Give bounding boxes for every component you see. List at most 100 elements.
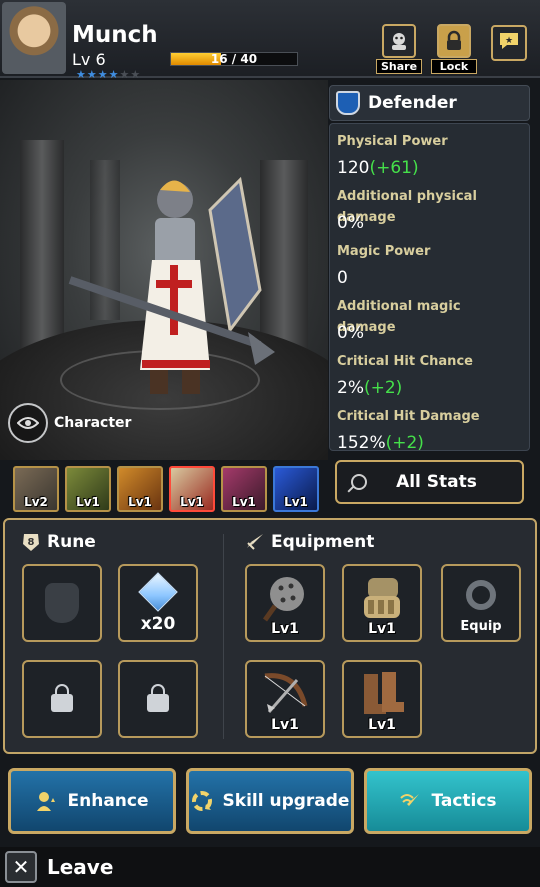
gem-count: x20	[140, 614, 176, 634]
skill-level: Lv1	[284, 495, 308, 509]
skill-level: Lv1	[76, 495, 100, 509]
close-icon: ✕	[12, 855, 30, 879]
equip-slot-gauntlets[interactable]: Lv1	[342, 564, 422, 642]
crossbow-icon	[264, 673, 308, 713]
equip-slot-ring[interactable]: Equip	[441, 564, 521, 642]
hero-star-rating: ★★★★★★	[76, 69, 141, 80]
stat-value-text: 0%	[337, 213, 364, 233]
character-scene: Character	[0, 80, 328, 460]
equip-level: Lv1	[368, 717, 396, 733]
chat-button[interactable]: ★	[491, 25, 527, 61]
stat-label: Additional magic damage	[337, 299, 461, 335]
rune-slot-1[interactable]	[22, 564, 102, 642]
character-view-toggle[interactable]: Character	[8, 403, 131, 443]
skill-slot-2[interactable]: Lv1	[65, 466, 111, 512]
leave-button[interactable]: ✕	[5, 851, 37, 883]
share-label: Share	[376, 59, 422, 74]
lock-icon	[147, 684, 169, 712]
skill-slot-1[interactable]: Lv2	[13, 466, 59, 512]
lock-icon	[51, 684, 73, 712]
stat-label: Physical Power	[337, 134, 448, 149]
hero-level: Lv 6	[72, 50, 106, 69]
stats-panel[interactable]: Physical Power 120(+61) Additional physica…	[329, 123, 530, 451]
stat-label: Critical Hit Chance	[337, 354, 473, 369]
svg-text:8: 8	[28, 537, 35, 548]
tactics-button[interactable]: Tactics	[364, 768, 532, 834]
skill-upgrade-button[interactable]: Skill upgrade	[186, 768, 354, 834]
enhance-icon	[36, 790, 58, 812]
gear-divider	[223, 534, 224, 739]
stat-value-text: 120	[337, 158, 370, 178]
shield-icon	[336, 91, 360, 115]
mace-icon	[262, 577, 304, 622]
equip-slot-crossbow[interactable]: Lv1	[245, 660, 325, 738]
xp-text: 16 / 40	[210, 52, 258, 66]
ring-icon	[466, 580, 496, 610]
equip-slot-mace[interactable]: Lv1	[245, 564, 325, 642]
equipment-title-text: Equipment	[271, 532, 375, 552]
skill-level: Lv1	[128, 495, 152, 509]
character-view-label: Character	[54, 415, 132, 431]
xp-bar: 16 / 40	[170, 52, 298, 66]
stat-value: 152%(+2)	[337, 427, 522, 451]
gear-panel: 8 Rune Equipment x20 Lv1 Lv1 Equip Lv1 L…	[3, 518, 537, 754]
hero-name: Munch	[72, 22, 158, 48]
stat-value-text: 2%	[337, 378, 364, 398]
rune-title: 8 Rune	[21, 532, 96, 552]
sword-icon	[245, 532, 265, 552]
equip-level: Lv1	[368, 621, 396, 637]
equip-slot-boots[interactable]: Lv1	[342, 660, 422, 738]
hero-portrait	[2, 2, 66, 74]
rune-slot-3-locked[interactable]	[22, 660, 102, 738]
enhance-label: Enhance	[67, 791, 149, 811]
skill-slot-5[interactable]: Lv1	[221, 466, 267, 512]
hero-header: Munch Lv 6 ★★★★★★ 16 / 40 Share Lock ★	[0, 0, 540, 80]
stat-value-text: 0%	[337, 323, 364, 343]
gem-icon	[138, 572, 178, 612]
rune-title-text: Rune	[47, 532, 96, 552]
stat-value: 120(+61)	[337, 152, 522, 185]
hero-character-model	[68, 176, 275, 394]
stat-value-text: 152%	[337, 433, 386, 451]
all-stats-label: All Stats	[396, 472, 477, 492]
all-stats-button[interactable]: All Stats	[335, 460, 524, 504]
empty-rune-icon	[45, 583, 79, 623]
stat-value: 2%(+2)	[337, 372, 522, 405]
stat-value: 0	[337, 262, 522, 295]
equip-level: Lv1	[271, 717, 299, 733]
lock-icon	[437, 24, 471, 58]
stat-label: Critical Hit Damage	[337, 409, 480, 424]
enhance-button[interactable]: Enhance	[8, 768, 176, 834]
boots-icon	[364, 672, 404, 714]
equipment-title: Equipment	[245, 532, 374, 552]
equip-level: Lv1	[271, 621, 299, 637]
stat-label: Magic Power	[337, 244, 431, 259]
stat-bonus: (+2)	[385, 433, 424, 451]
rune-slot-4-locked[interactable]	[118, 660, 198, 738]
svg-text:★: ★	[505, 36, 513, 46]
rune-slot-2[interactable]: x20	[118, 564, 198, 642]
skill-upgrade-icon	[191, 790, 213, 812]
skill-slot-4[interactable]: Lv1	[169, 466, 215, 512]
gauntlets-icon	[364, 578, 400, 618]
lock-button[interactable]: Lock	[431, 24, 477, 74]
lock-label: Lock	[431, 59, 477, 74]
search-icon	[351, 474, 367, 490]
skill-slot-3[interactable]: Lv1	[117, 466, 163, 512]
share-button[interactable]: Share	[376, 24, 422, 74]
stat-label: Additional physical damage	[337, 189, 477, 225]
skill-level: Lv2	[24, 495, 48, 509]
skill-level: Lv1	[180, 495, 204, 509]
chat-icon: ★	[498, 31, 520, 56]
footer-bar: ✕ Leave	[0, 847, 540, 887]
eye-icon	[8, 403, 48, 443]
skill-row: Lv2 Lv1 Lv1 Lv1 Lv1 Lv1	[13, 466, 319, 512]
stat-value-text: 0	[337, 268, 348, 288]
skill-slot-6[interactable]: Lv1	[273, 466, 319, 512]
class-header: Defender	[329, 85, 530, 121]
leave-label[interactable]: Leave	[47, 855, 113, 879]
equip-slot-label: Equip	[460, 619, 502, 634]
skill-upgrade-label: Skill upgrade	[222, 791, 350, 811]
skill-level: Lv1	[232, 495, 256, 509]
share-icon	[382, 24, 416, 58]
